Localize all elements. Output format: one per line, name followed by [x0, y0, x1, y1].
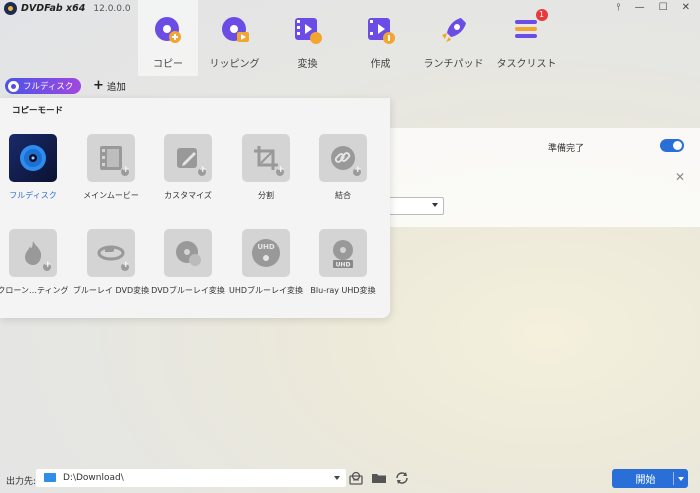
mode-main-movie[interactable]: メインムービー: [73, 134, 149, 201]
bluray-to-dvd-icon: [87, 229, 135, 277]
plus-badge-icon: [197, 165, 207, 177]
plus-badge-icon: [275, 165, 285, 177]
copy-mode-popup: フルディスク メインムービー カスタマイズ 分割 結合: [0, 98, 390, 318]
copy-mode-selector[interactable]: フルディスク: [5, 78, 82, 94]
tab-ripping[interactable]: リッピング: [198, 0, 271, 76]
start-button[interactable]: 開始: [612, 469, 688, 488]
crop-split-icon: [242, 134, 290, 182]
chevron-down-icon[interactable]: [334, 476, 340, 480]
plus-badge-icon: [120, 260, 130, 272]
mode-label: DVDブルーレイ変換: [151, 286, 225, 295]
svg-text:UHD: UHD: [336, 262, 351, 269]
edit-icon: [164, 134, 212, 182]
mode-dvd-to-bluray[interactable]: DVDブルーレイ変換: [150, 229, 226, 296]
convert-icon: [293, 15, 323, 45]
output-label: 出力先:: [6, 477, 37, 487]
main-nav: コピー リッピング 変換 作成 ランチパッド 1 タスクリスト: [138, 0, 563, 76]
tab-create[interactable]: 作成: [344, 0, 417, 76]
mode-bluray-to-uhd[interactable]: UHD Blu-ray UHD変換: [305, 229, 381, 296]
dvd-to-bluray-icon: [164, 229, 212, 277]
task-toggle[interactable]: [660, 139, 684, 152]
mode-merge[interactable]: 結合: [305, 134, 381, 201]
task-count-badge: 1: [535, 9, 548, 21]
plus-badge-icon: [120, 165, 130, 177]
ripping-icon: [220, 15, 250, 45]
plus-badge-icon: [352, 165, 362, 177]
bluray-to-uhd-icon: UHD: [319, 229, 367, 277]
mode-clone[interactable]: クローン…ティング: [0, 229, 71, 296]
tab-convert-label: 変換: [297, 59, 318, 70]
minimize-button[interactable]: —: [635, 2, 645, 13]
close-button[interactable]: ✕: [682, 2, 690, 13]
mode-label: ブルーレイ DVD変換: [72, 286, 150, 295]
plus-badge-icon: [42, 260, 52, 272]
add-label: 追加: [106, 82, 126, 93]
maximize-button[interactable]: ☐: [659, 2, 668, 13]
chevron-down-icon: [432, 203, 438, 207]
mode-full-disc[interactable]: フルディスク: [0, 134, 71, 201]
app-logo: DVDFab x64 12.0.0.0: [4, 2, 131, 15]
mode-label: Blu-ray UHD変換: [310, 286, 376, 295]
full-disc-icon: [9, 134, 57, 182]
chevron-down-icon[interactable]: [674, 477, 688, 481]
mode-label: カスタマイズ: [164, 191, 212, 200]
popup-title: コピーモード: [12, 106, 64, 116]
plus-icon: +: [93, 78, 104, 93]
task-list-icon: 1: [512, 9, 548, 45]
mode-split[interactable]: 分割: [228, 134, 304, 201]
tab-ripping-label: リッピング: [209, 59, 260, 70]
tab-copy[interactable]: コピー: [138, 0, 198, 76]
mode-label: 分割: [258, 191, 274, 200]
create-icon: [366, 15, 396, 45]
uhd-to-bluray-icon: UHD: [242, 229, 290, 277]
close-task-icon[interactable]: ✕: [675, 170, 685, 184]
mode-label: UHDブルーレイ変換: [228, 286, 304, 295]
refresh-icon[interactable]: [394, 470, 410, 486]
mode-uhd-to-bluray[interactable]: UHD UHDブルーレイ変換: [228, 229, 304, 296]
tab-create-label: 作成: [370, 59, 391, 70]
tab-launchpad-label: ランチパッド: [423, 59, 484, 70]
pin-icon[interactable]: ⫯: [616, 2, 620, 13]
merge-link-icon: [319, 134, 367, 182]
copy-mode-label: フルディスク: [23, 82, 74, 92]
mode-label: フルディスク: [9, 191, 57, 200]
tab-launchpad[interactable]: ランチパッド: [417, 0, 490, 76]
mode-bluray-to-dvd[interactable]: ブルーレイ DVD変換: [73, 229, 149, 296]
window-controls: ⫯ — ☐ ✕: [616, 2, 690, 13]
mode-label: 結合: [335, 191, 351, 200]
add-button[interactable]: + 追加: [93, 79, 126, 93]
dvdfab-logo-icon: [4, 2, 17, 15]
start-label: 開始: [635, 475, 656, 486]
copy-disc-icon: [153, 15, 183, 45]
tab-task-list-label: タスクリスト: [496, 59, 557, 70]
task-status: 準備完了: [548, 144, 585, 154]
film-icon: [87, 134, 135, 182]
folder-icon: [44, 473, 56, 482]
iso-save-icon[interactable]: [348, 470, 364, 486]
app-version: 12.0.0.0: [93, 3, 131, 14]
output-path: D:\Download\: [63, 473, 124, 483]
tab-convert[interactable]: 変換: [271, 0, 344, 76]
mode-label: クローン…ティング: [0, 286, 69, 295]
svg-text:UHD: UHD: [257, 243, 275, 251]
clone-flame-icon: [9, 229, 57, 277]
rocket-icon: [439, 15, 469, 45]
app-name: DVDFab x64: [21, 3, 86, 14]
disc-icon: [8, 80, 19, 92]
open-folder-icon[interactable]: [371, 470, 387, 486]
mode-customize[interactable]: カスタマイズ: [150, 134, 226, 201]
tab-copy-label: コピー: [153, 59, 183, 70]
mode-label: メインムービー: [83, 191, 139, 200]
tab-task-list[interactable]: 1 タスクリスト: [490, 0, 563, 76]
